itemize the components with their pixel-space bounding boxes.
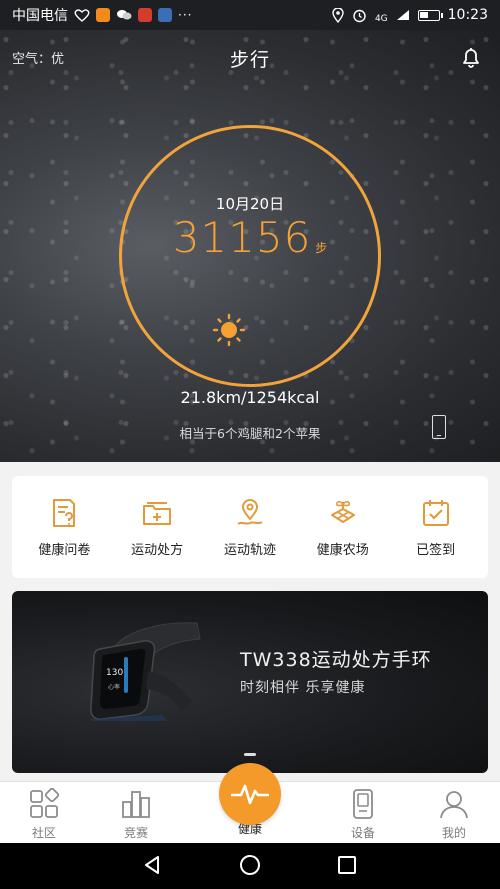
back-icon[interactable] — [143, 855, 161, 875]
steps-unit: 步 — [315, 241, 328, 255]
tab-label: 设备 — [350, 826, 375, 840]
sun-icon — [212, 313, 246, 347]
product-banner[interactable]: 130 心率 TW338运动处方手环 时刻相伴 乐享健康 — [12, 591, 488, 773]
food-equivalent: 相当于6个鸡腿和2个苹果 — [179, 426, 321, 441]
location-pin-icon — [237, 498, 263, 525]
device-icon — [353, 789, 373, 819]
steps-date: 10月20日 — [215, 195, 285, 213]
network-type: 4G — [374, 13, 388, 24]
distance-calories: 21.8km/1254kcal — [180, 388, 320, 407]
air-quality: 空气：优 — [12, 52, 65, 67]
wechat-icon — [117, 10, 132, 20]
band-display-label: 心率 — [108, 683, 120, 691]
feature-label: 运动处方 — [131, 542, 184, 558]
competition-icon — [122, 791, 150, 818]
carousel-indicator[interactable] — [244, 753, 256, 756]
home-icon[interactable] — [240, 855, 260, 875]
steps-count: 31156 步 — [0, 213, 500, 262]
page-title: 步行 — [229, 48, 270, 71]
feature-label: 健康农场 — [316, 542, 369, 558]
community-icon — [30, 788, 60, 818]
heart-rate-icon — [74, 9, 90, 22]
banner-title: TW338运动处方手环 — [240, 649, 432, 671]
feature-checked-in[interactable]: 已签到 — [394, 497, 478, 558]
tab-label: 我的 — [441, 826, 466, 840]
feature-grid: 健康问卷 运动处方 运动轨迹 健康农场 已签到 — [12, 476, 488, 578]
steps-number: 31156 — [172, 213, 312, 262]
feature-label: 健康问卷 — [38, 542, 91, 558]
banner-subtitle: 时刻相伴 乐享健康 — [240, 680, 366, 696]
taobao-icon — [96, 8, 110, 22]
system-nav-bar — [0, 843, 500, 889]
tab-community[interactable]: 社区 — [9, 788, 79, 841]
battery-icon — [417, 9, 443, 21]
location-icon — [332, 7, 344, 23]
feature-health-questionnaire[interactable]: 健康问卷 — [22, 497, 106, 558]
farm-sprout-icon — [330, 500, 355, 523]
health-center-button[interactable] — [219, 763, 281, 825]
recent-apps-icon[interactable] — [338, 856, 356, 874]
feature-exercise-track[interactable]: 运动轨迹 — [208, 497, 292, 558]
tab-label: 社区 — [31, 826, 56, 840]
tab-device[interactable]: 设备 — [328, 788, 398, 841]
heartbeat-icon — [231, 784, 269, 805]
tab-label: 竞赛 — [123, 826, 148, 840]
feature-label: 已签到 — [416, 542, 456, 558]
band-display-value: 130 — [106, 668, 123, 678]
feature-exercise-prescription[interactable]: 运动处方 — [115, 497, 199, 558]
feature-label: 运动轨迹 — [223, 542, 276, 558]
profile-icon — [440, 791, 468, 819]
calendar-check-icon — [422, 499, 449, 526]
more-dots-icon: ··· — [178, 8, 193, 22]
signal-icon — [396, 10, 409, 20]
feature-health-farm[interactable]: 健康农场 — [301, 497, 385, 558]
top-bar: 空气：优 步行 — [0, 30, 500, 86]
prescription-folder-icon — [143, 501, 172, 525]
bell-icon[interactable] — [458, 44, 484, 70]
tab-profile[interactable]: 我的 — [419, 788, 489, 841]
steps-hero: 空气：优 步行 10月20日 31156 步 21.8km/1254kcal 相当… — [0, 30, 500, 462]
fitness-band-image: 130 心率 — [90, 622, 201, 721]
app-icon — [158, 8, 172, 22]
status-bar: 中国电信 ··· 4G 10:23 — [0, 0, 500, 30]
tab-competition[interactable]: 竞赛 — [101, 788, 171, 841]
weibo-icon — [138, 8, 152, 22]
alarm-icon — [353, 9, 366, 22]
questionnaire-icon — [53, 498, 76, 527]
carrier-label: 中国电信 — [12, 8, 68, 24]
clock: 10:23 — [447, 7, 488, 23]
phone-icon[interactable] — [432, 415, 446, 439]
